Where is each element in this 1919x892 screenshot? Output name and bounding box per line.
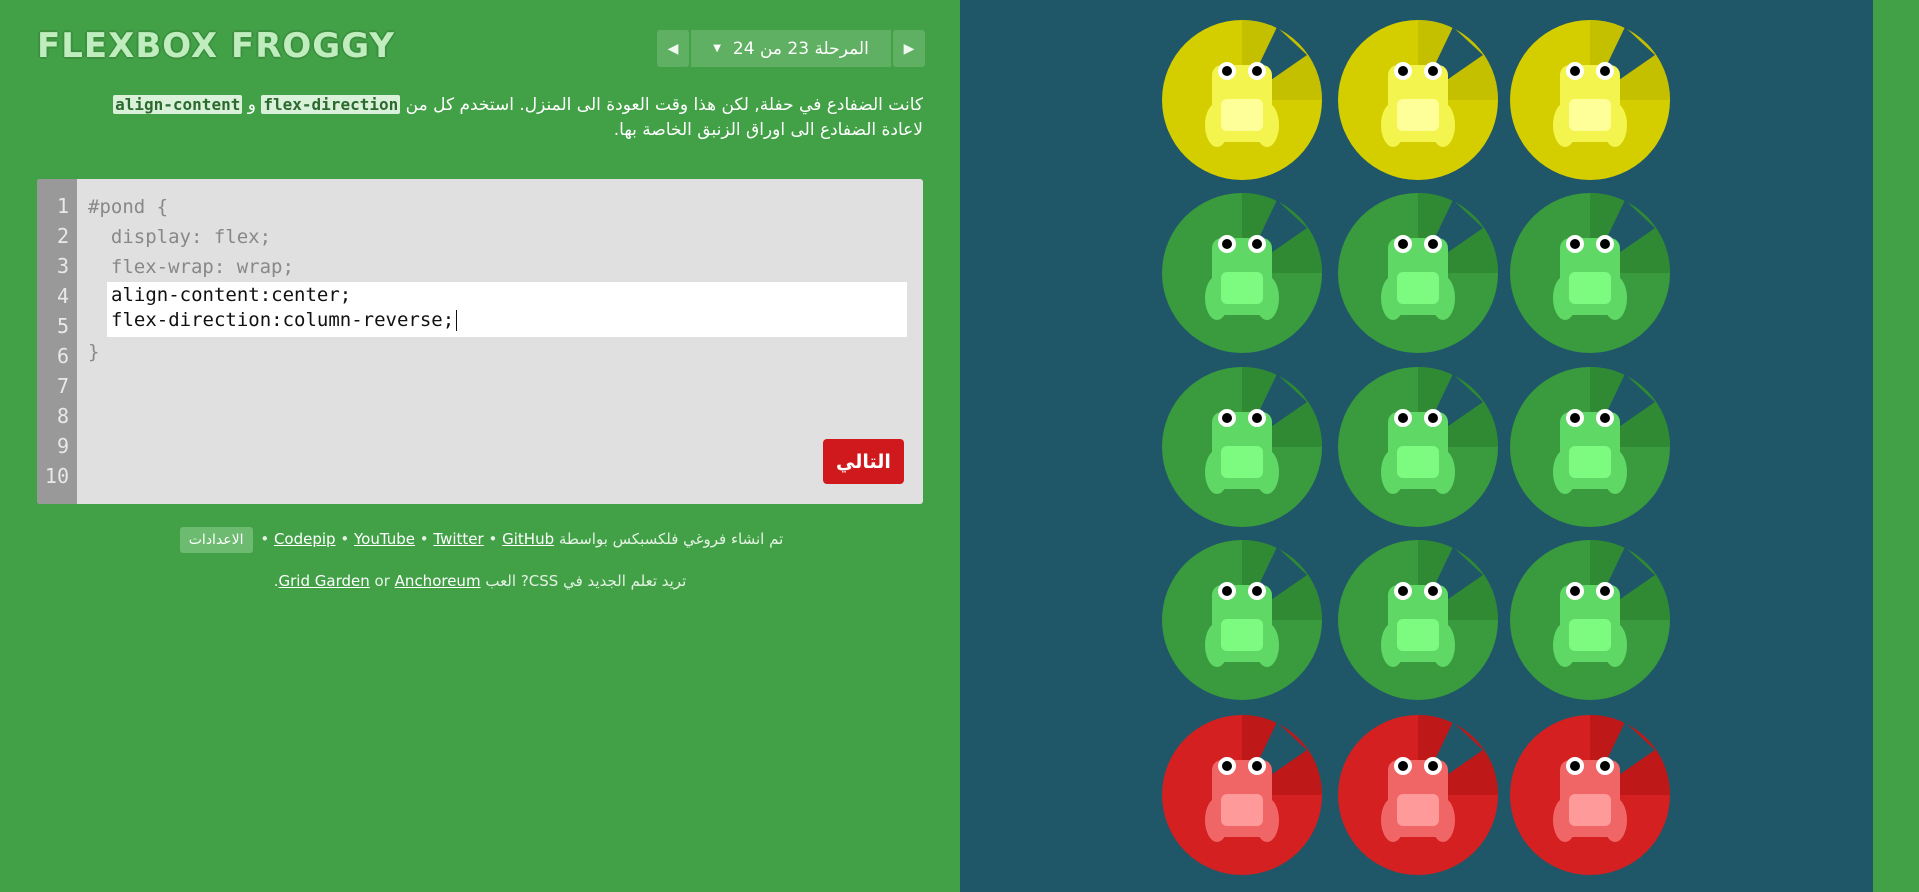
line-number: 2 (56, 224, 69, 248)
line-number: 9 (56, 434, 69, 458)
right-strip (1873, 0, 1919, 892)
instructions: كانت الضفادع في حفلة, لكن هذا وقت العودة… (37, 92, 923, 143)
yellow-lilypad-frog (1333, 15, 1503, 185)
codepip-link[interactable]: Codepip (274, 530, 336, 548)
credits-prefix: تم انشاء فروغي فلكسبكس بواسطة (558, 530, 784, 548)
code-input[interactable]: align-content:center; flex-direction:col… (107, 282, 907, 337)
line-number: 6 (56, 344, 69, 368)
line-number: 1 (56, 194, 69, 218)
green-lilypad-frog (1157, 535, 1327, 705)
next-level-button[interactable]: ▶ (893, 30, 925, 67)
line-number: 8 (56, 404, 69, 428)
green-lilypad-frog (1157, 188, 1327, 358)
level-current: 23 (787, 38, 810, 59)
promo-text: تريد تعلم الجديد في CSS? العب (485, 572, 687, 590)
code-editor: 1 2 3 4 5 6 7 8 9 10 #pond { display: flex; flex-… (37, 179, 923, 504)
line-number: 5 (56, 314, 69, 338)
line-number: 3 (56, 254, 69, 278)
line-number-gutter: 1 2 3 4 5 6 7 8 9 10 (37, 179, 77, 504)
code-input-line-2: flex-direction:column-reverse; (111, 309, 455, 331)
github-link[interactable]: GitHub (502, 530, 554, 548)
green-lilypad-frog (1505, 535, 1675, 705)
next-button[interactable]: التالي (823, 439, 904, 484)
grid-garden-link[interactable]: Grid Garden (279, 572, 370, 590)
code-line-2: display: flex; (88, 226, 272, 248)
line-number: 10 (44, 464, 69, 488)
level-navigation: ◀ المرحلة 23 من 24 ▼ ▶ (657, 30, 925, 67)
level-of: من (759, 38, 782, 59)
separator: • (340, 530, 350, 548)
triangle-left-icon: ◀ (667, 40, 679, 57)
promo-or: or (374, 572, 390, 590)
youtube-link[interactable]: YouTube (354, 530, 415, 548)
red-lilypad-frog (1505, 710, 1675, 880)
green-lilypad-frog (1333, 188, 1503, 358)
line-number: 7 (56, 374, 69, 398)
settings-button[interactable]: الاعدادات (179, 527, 253, 553)
instructions-and: و (247, 95, 256, 115)
yellow-lilypad-frog (1505, 15, 1675, 185)
promo: تريد تعلم الجديد في CSS? العب Grid Garde… (37, 572, 923, 590)
code-align-content: align-content (113, 95, 243, 114)
green-lilypad-frog (1505, 188, 1675, 358)
separator: • (419, 530, 429, 548)
level-total: 24 (732, 38, 755, 59)
code-flex-direction: flex-direction (261, 95, 401, 114)
pond-view (960, 0, 1873, 892)
green-lilypad-frog (1157, 362, 1327, 532)
instructions-text-2: لاعادة الضفادع الى اوراق الزنبق الخاصة ب… (613, 120, 923, 140)
triangle-right-icon: ▶ (903, 40, 915, 57)
separator: • (260, 530, 270, 548)
twitter-link[interactable]: Twitter (433, 530, 483, 548)
instructions-text-1: كانت الضفادع في حفلة, لكن هذا وقت العودة… (405, 95, 923, 115)
code-line-6: } (88, 341, 100, 363)
green-lilypad-frog (1505, 362, 1675, 532)
code-line-3: flex-wrap: wrap; (88, 256, 294, 278)
green-lilypad-frog (1333, 535, 1503, 705)
credits: تم انشاء فروغي فلكسبكس بواسطة Codepip • … (37, 526, 923, 553)
level-label: المرحلة (814, 38, 869, 59)
code-input-line-1: align-content:center; (111, 284, 352, 306)
red-lilypad-frog (1333, 710, 1503, 880)
separator: • (488, 530, 498, 548)
line-number: 4 (56, 284, 69, 308)
caret-down-icon: ▼ (713, 43, 721, 54)
green-lilypad-frog (1333, 362, 1503, 532)
yellow-lilypad-frog (1157, 15, 1327, 185)
code-line-1: #pond { (88, 196, 169, 218)
red-lilypad-frog (1157, 710, 1327, 880)
anchoreum-link[interactable]: Anchoreum (395, 572, 481, 590)
previous-level-button[interactable]: ◀ (657, 30, 689, 67)
app-title: FLEXBOX FROGGY (37, 26, 395, 66)
level-indicator[interactable]: المرحلة 23 من 24 ▼ (691, 30, 891, 67)
code-input-line-2-wrap: flex-direction:column-reverse; (111, 309, 458, 331)
text-cursor (456, 310, 458, 331)
sidebar: FLEXBOX FROGGY ◀ المرحلة 23 من 24 ▼ ▶ كا… (0, 0, 960, 892)
